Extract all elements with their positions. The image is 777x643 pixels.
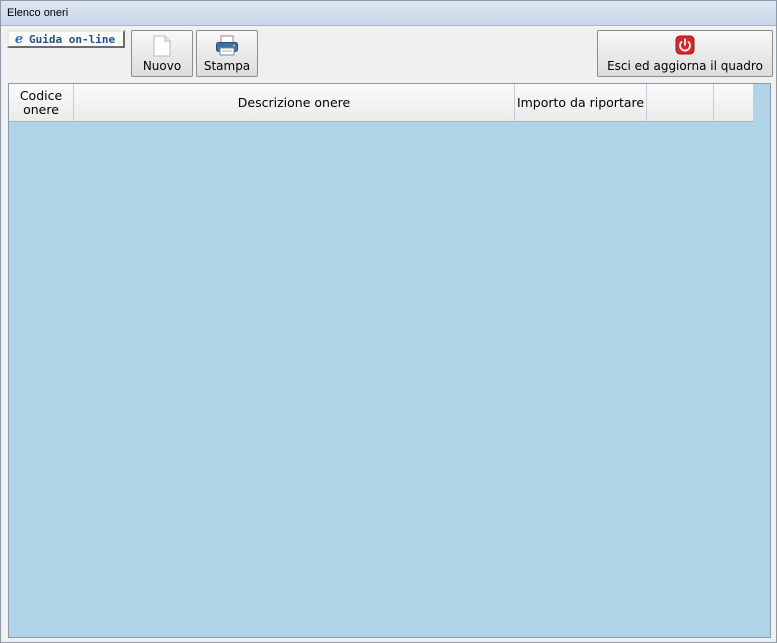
column-header-label: Importo da riportare: [516, 94, 645, 110]
column-header-importo-da-riportare[interactable]: Importo da riportare: [515, 84, 647, 121]
toolbar: e Guida on-line Nuovo Stampa Esci ed agg…: [1, 26, 776, 81]
guida-online-button[interactable]: e Guida on-line: [7, 30, 125, 48]
column-header-descrizione-onere[interactable]: Descrizione onere: [74, 84, 515, 121]
table-header: Codice onere Descrizione onere Importo d…: [9, 84, 754, 122]
column-header-codice-onere[interactable]: Codice onere: [9, 84, 74, 121]
nuovo-button[interactable]: Nuovo: [131, 30, 193, 77]
printer-icon: [215, 35, 239, 61]
column-header-empty-2[interactable]: [714, 84, 754, 121]
column-header-label: Descrizione onere: [237, 94, 351, 110]
column-header-empty-1[interactable]: [647, 84, 714, 121]
new-document-icon: [153, 35, 171, 61]
title-bar: Elenco oneri: [1, 1, 776, 26]
power-exit-icon: [675, 35, 695, 59]
esci-aggiorna-button[interactable]: Esci ed aggiorna il quadro: [597, 30, 773, 77]
esci-aggiorna-label: Esci ed aggiorna il quadro: [607, 59, 763, 73]
elenco-oneri-window: Elenco oneri e Guida on-line Nuovo Stamp…: [0, 0, 777, 643]
stampa-label: Stampa: [203, 59, 251, 73]
column-header-label: Codice onere: [19, 87, 63, 117]
guida-online-label: Guida on-line: [29, 32, 116, 46]
window-title: Elenco oneri: [7, 7, 69, 19]
stampa-button[interactable]: Stampa: [196, 30, 258, 77]
nuovo-label: Nuovo: [142, 59, 182, 73]
oneri-table[interactable]: Codice onere Descrizione onere Importo d…: [8, 83, 771, 638]
internet-explorer-icon: e: [14, 31, 24, 47]
